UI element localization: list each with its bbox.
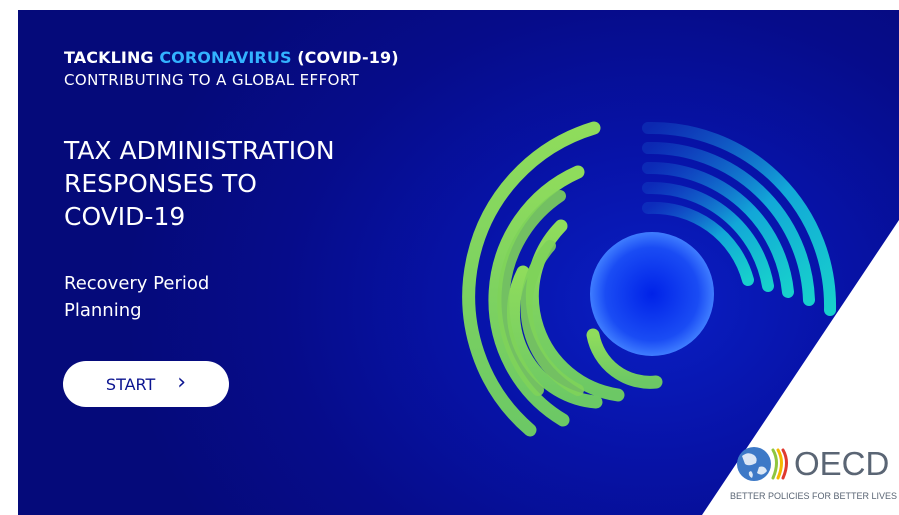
start-button[interactable]: START › [63,361,229,407]
header-accent: CORONAVIRUS [159,48,292,67]
title-line-1: TAX ADMINISTRATION [64,136,335,165]
header-prefix: TACKLING [64,48,160,67]
title-line-3: COVID-19 [64,202,186,231]
start-button-label: START [105,374,156,394]
header-line-2: CONTRIBUTING TO A GLOBAL EFFORT [64,71,360,89]
header-suffix: (COVID-19) [291,48,399,67]
title-slide: TACKLING CORONAVIRUS (COVID-19) CONTRIBU… [18,10,899,515]
oecd-logo-tagline: BETTER POLICIES FOR BETTER LIVES [730,491,898,501]
globe-icon [737,447,771,481]
subtitle-line-1: Recovery Period [64,273,210,294]
oecd-logo-name: OECD [794,445,890,482]
page-title: TAX ADMINISTRATION RESPONSES TO COVID-19 [64,134,424,233]
title-line-2: RESPONSES TO [64,169,257,198]
subtitle-line-2: Planning [64,300,142,321]
virus-core [590,232,714,356]
header-line-1: TACKLING CORONAVIRUS (COVID-19) [64,48,399,67]
subtitle: Recovery Period Planning [64,270,324,324]
chevron-right-icon: › [177,370,187,395]
